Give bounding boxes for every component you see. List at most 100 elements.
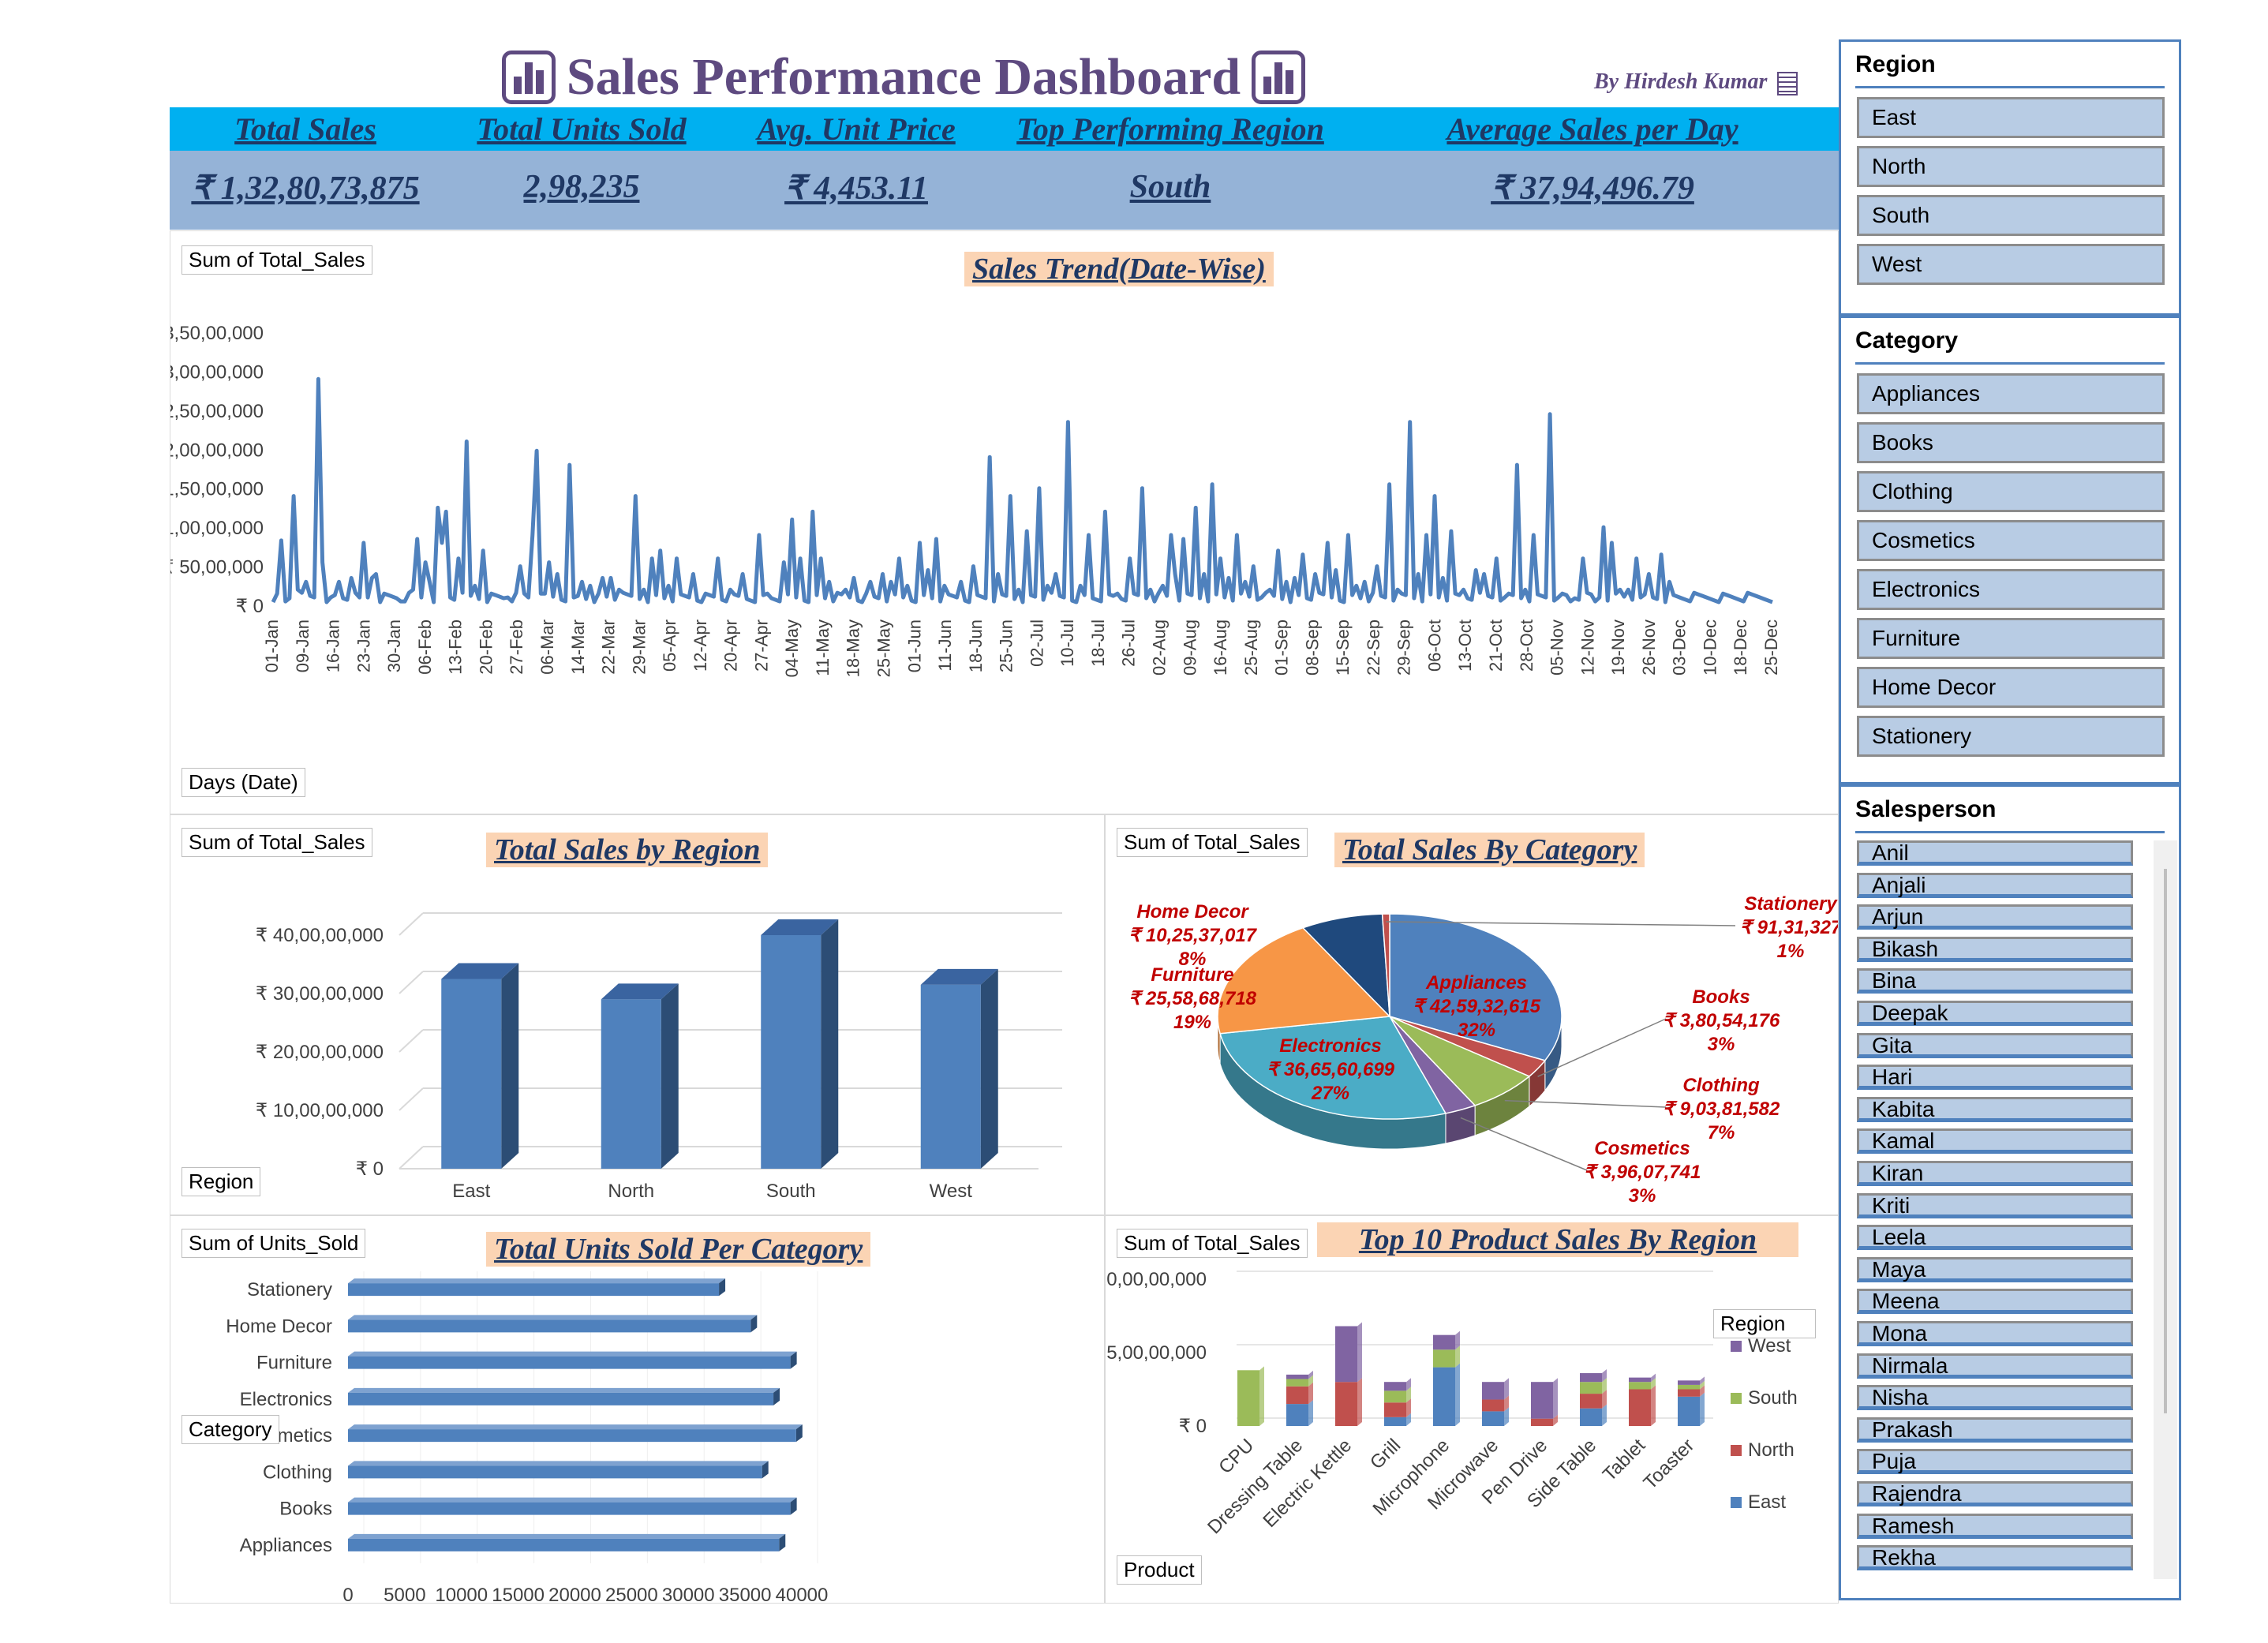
trend-x-tick-label: 25-Dec [1761,619,1781,676]
units-bar-top [348,1351,797,1357]
products-bar-segment-north [1482,1399,1504,1412]
kpi-label-avg-price: Avg. Unit Price [757,111,956,147]
region-bar-side [821,919,839,1169]
slicer-item-kriti[interactable]: Kriti [1857,1192,2133,1218]
slicer-item-clothing[interactable]: Clothing [1857,471,2165,512]
slicer-item-maya[interactable]: Maya [1857,1256,2133,1282]
slicer-item-anil[interactable]: Anil [1857,840,2133,866]
slicer-item-leela[interactable]: Leela [1857,1225,2133,1251]
units-value-field-button[interactable]: Sum of Units_Sold [182,1229,366,1258]
trend-x-tick-label: 08-Sep [1302,619,1322,676]
region-value-field-button[interactable]: Sum of Total_Sales [182,828,372,857]
slicer-item-kabita[interactable]: Kabita [1857,1096,2133,1122]
region-axis-field-button[interactable]: Region [182,1167,261,1196]
dashboard-header: Sales Performance Dashboard [497,41,1310,114]
units-y-tick-label: Furniture [256,1353,332,1374]
trend-x-tick-label: 19-Nov [1608,619,1628,676]
slicer-item-east[interactable]: East [1857,97,2165,138]
slicer-item-home-decor[interactable]: Home Decor [1857,667,2165,708]
trend-x-tick-label: 12-Apr [691,619,710,672]
bar-chart-icon [501,51,556,104]
region-chart-title: Total Sales by Region [486,833,769,867]
units-sold-chart: 0 5000 10000 15000 20000 25000 30000 35000 40000… [226,1271,829,1603]
products-bar-segment-west [1482,1382,1504,1400]
slicer-item-nirmala[interactable]: Nirmala [1857,1353,2133,1379]
products-legend-field-button[interactable]: Region [1713,1309,1816,1338]
slicer-item-mona[interactable]: Mona [1857,1321,2133,1346]
products-value-field-button[interactable]: Sum of Total_Sales [1117,1229,1308,1258]
products-bar-side [1259,1366,1264,1426]
slicer-item-meena[interactable]: Meena [1857,1289,2133,1315]
trend-x-tick-label: 25-May [874,619,894,677]
region-bar [601,983,679,1169]
slicer-item-electronics[interactable]: Electronics [1857,569,2165,610]
region-grid-diag [399,1146,424,1170]
slicer-item-deepak[interactable]: Deepak [1857,1001,2133,1026]
trend-x-tick-label: 18-May [844,619,863,677]
slicer-item-furniture[interactable]: Furniture [1857,618,2165,659]
pie-data-label: 3% [1629,1185,1656,1207]
kpi-value-avg-sales-day: ₹ 37,94,496.79 [1491,170,1694,207]
pie-leader-line [1460,1117,1588,1171]
products-bar-segment-north [1531,1418,1553,1426]
units-x-tick-label: 40000 [776,1585,829,1603]
trend-x-tick-label: 03-Dec [1670,619,1690,676]
slicer-item-rajendra[interactable]: Rajendra [1857,1481,2133,1506]
slicer-item-puja[interactable]: Puja [1857,1449,2133,1475]
slicer-item-cosmetics[interactable]: Cosmetics [1857,520,2165,561]
salesperson-list: Anil Anjali Arjun Bikash Bina Deepak Gita Hari K… [1841,840,2149,1579]
region-y-tick-label: ₹ 0 [356,1158,384,1180]
products-chart-title: Top 10 Product Sales By Region [1317,1222,1798,1257]
pie-data-label: 3% [1708,1034,1735,1055]
scrollbar-thumb[interactable] [2164,869,2167,1413]
region-x-tick-label: South [766,1181,816,1202]
trend-x-tick-label: 26-Jul [1119,619,1139,667]
category-value-field-button[interactable]: Sum of Total_Sales [1117,828,1308,857]
slicer-item-books[interactable]: Books [1857,422,2165,463]
slicer-divider [1855,362,2165,365]
units-bar-front [348,1319,751,1333]
slicer-item-ramesh[interactable]: Ramesh [1857,1513,2133,1539]
slicer-item-north[interactable]: North [1857,146,2165,187]
slicer-item-gita[interactable]: Gita [1857,1032,2133,1058]
units-bar-front [348,1392,774,1405]
products-bar-segment-west [1335,1326,1357,1383]
trend-x-tick-label: 01-Jun [904,619,924,672]
slicer-item-hari[interactable]: Hari [1857,1065,2133,1091]
slicer-item-arjun[interactable]: Arjun [1857,904,2133,930]
slicer-item-bikash[interactable]: Bikash [1857,936,2133,962]
slicer-item-rekha[interactable]: Rekha [1857,1545,2133,1571]
slicer-divider [1855,86,2165,88]
slicer-item-kamal[interactable]: Kamal [1857,1128,2133,1155]
salesperson-scrollbar[interactable] [2154,840,2177,1579]
kpi-value-units-sold: 2,98,235 [523,169,640,205]
slicer-item-bina[interactable]: Bina [1857,968,2133,994]
slicer-item-kiran[interactable]: Kiran [1857,1161,2133,1186]
pie-data-label: ₹ 36,65,60,699 [1267,1059,1395,1080]
pie-data-label: 27% [1311,1083,1349,1104]
trend-axis-field-button[interactable]: Days (Date) [182,768,305,797]
trend-value-field-button[interactable]: Sum of Total_Sales [182,245,372,275]
trend-y-tick-label: ₹ 2,00,00,000 [170,440,264,461]
units-bar-top [348,1461,769,1466]
slicer-item-prakash[interactable]: Prakash [1857,1417,2133,1443]
products-bar-segment-west [1531,1382,1553,1419]
slicer-item-nisha[interactable]: Nisha [1857,1385,2133,1411]
author-text: By Hirdesh Kumar [1594,69,1768,94]
kpi-value-avg-price: ₹ 4,453.11 [784,170,928,207]
region-grid-diag [399,1029,424,1053]
pie-data-label: 19% [1173,1012,1211,1033]
pie-data-label: Stationery [1744,893,1838,915]
units-axis-field-button[interactable]: Category [182,1415,279,1444]
slicer-item-south[interactable]: South [1857,195,2165,236]
units-y-tick-label: Electronics [240,1389,332,1410]
slicer-item-anjali[interactable]: Anjali [1857,872,2133,898]
top-products-panel: ₹ 0₹ 5,00,00,000₹ 10,00,00,000CPUDressin… [1105,1215,1839,1604]
units-bar-front [348,1283,720,1297]
slicer-item-stationery[interactable]: Stationery [1857,716,2165,757]
slicer-item-west[interactable]: West [1857,244,2165,285]
units-x-tick-label: 30000 [662,1585,715,1603]
products-axis-field-button[interactable]: Product [1117,1555,1202,1585]
slicer-item-appliances[interactable]: Appliances [1857,373,2165,414]
trend-x-tick-label: 13-Oct [1455,619,1475,672]
